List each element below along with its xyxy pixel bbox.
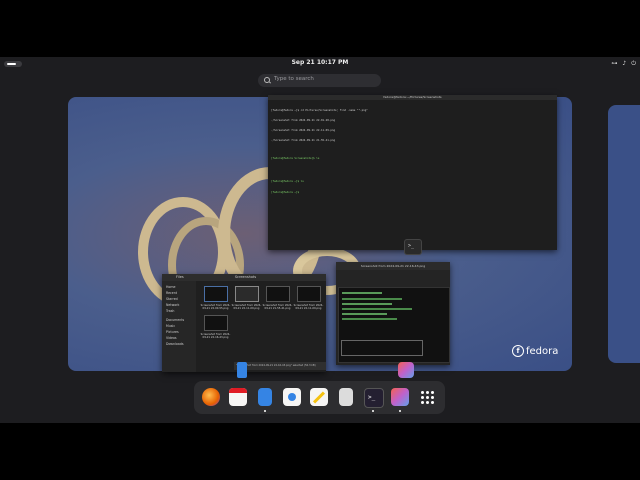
system-tray[interactable]: ⊶ ♪ ⏻ [611,60,636,68]
file-thumbnail [203,315,228,331]
files-icon[interactable] [258,388,272,406]
firefox-icon[interactable] [202,388,220,406]
terminal-output: [fedora@fedora ~]$ cd Pictures/Screensho… [268,100,557,203]
file-grid: Screenshot from 2024-09-21 22-00-55.png … [200,286,324,339]
terminal-window[interactable]: fedora@fedora:~/Pictures/Screenshots [fe… [268,95,557,250]
show-apps-icon[interactable] [421,391,434,404]
calendar-icon[interactable] [229,388,247,406]
image-viewer-window[interactable]: Screenshot from 2024-09-21 22-16-43.png [336,262,450,365]
grid-dot [421,391,424,394]
pencil [312,391,326,404]
files-window[interactable]: Files Screenshots Home Recent Starred Ne… [162,274,326,372]
next-workspace-thumbnail[interactable] [608,105,640,363]
terminal-line: [fedora@fedora Screenshots]$ ls [271,156,320,160]
software-icon[interactable] [283,388,301,406]
fedora-wordmark: fedora [526,345,559,357]
top-bar: Sep 21 10:17 PM ⊶ ♪ ⏻ [0,57,640,71]
fedora-logo: f fedora [512,345,558,357]
running-indicator [372,410,374,412]
terminal-icon[interactable]: >_ [364,388,384,408]
file-name: Screenshot from 2024-09-21 22-11-09.png [231,304,262,310]
terminal-glyph: >_ [368,394,376,401]
desktop: Sep 21 10:17 PM ⊶ ♪ ⏻ Type to search f f… [0,57,640,423]
file-thumbnail [265,286,290,302]
files-title: Files [176,275,184,279]
grid-dot [421,401,424,404]
file-name: Screenshot from 2024-09-21 21-55-41.png [262,304,293,310]
image-table [341,340,423,356]
image-line [342,308,412,310]
terminal-line: ./Screenshot from 2024-09-21 21-55-41.pn… [271,139,336,143]
grid-dot [431,396,434,399]
grid-dot [426,391,429,394]
search-icon [264,77,270,83]
file-name: Screenshot from 2024-09-21 22-11-09.png [293,304,324,310]
files-sidebar: Home Recent Starred Network Trash Docume… [162,281,196,372]
viewer-image [338,287,450,363]
file-name: Screenshot from 2024-09-21 22-00-55.png [200,304,231,310]
network-icon: ⊶ [611,60,618,67]
files-header: Files Screenshots [162,274,326,281]
terminal-line: ./Screenshot from 2024-09-21 22-11-09.pn… [271,129,336,133]
software-bag [288,393,296,401]
image-line [342,313,387,315]
terminal-line: [fedora@fedora ~]$ [271,190,301,194]
image-line [342,303,392,305]
terminal-line: ./Screenshot from 2024-09-21 22-01-28.pn… [271,119,336,123]
image-line [342,298,402,300]
file-item[interactable]: Screenshot from 2024-09-21 21-55-41.png [262,286,293,310]
file-item[interactable]: Screenshot from 2024-09-21 22-11-09.png [293,286,324,310]
file-item[interactable]: Screenshot from 2024-09-21 22-00-55.png [200,286,231,310]
search-input[interactable]: Type to search [258,74,381,87]
image-line [342,318,397,320]
image-line [342,292,382,294]
volume-icon: ♪ [622,60,627,67]
sidebar-item-trash[interactable]: Trash [162,308,196,314]
grid-dot [431,391,434,394]
grid-dot [431,401,434,404]
dash: >_ [194,381,445,414]
selection-status: "Screenshot from 2024-09-21 22-16-43.png… [234,362,326,370]
running-indicator [264,410,266,412]
search-placeholder: Type to search [274,76,314,82]
grid-dot [426,401,429,404]
image-viewer-icon[interactable] [391,388,409,406]
calendar-header [229,388,247,393]
breadcrumb[interactable]: Screenshots [235,275,256,279]
sidebar-item-downloads[interactable]: Downloads [162,341,196,347]
terminal-line: [fedora@fedora ~]$ ls [271,180,304,184]
grid-dot [426,396,429,399]
fedora-mark: f [512,345,524,357]
file-item[interactable]: Screenshot from 2024-09-21 22-16-43.png [200,315,231,339]
file-thumbnail [234,286,259,302]
calculator-icon[interactable] [339,388,353,406]
running-indicator [399,410,401,412]
clock[interactable]: Sep 21 10:17 PM [0,59,640,66]
file-thumbnail [203,286,228,302]
grid-dot [421,396,424,399]
file-name: Screenshot from 2024-09-21 22-16-43.png [200,333,231,339]
terminal-line: [fedora@fedora ~]$ cd Pictures/Screensho… [271,108,368,112]
file-item[interactable]: Screenshot from 2024-09-21 22-11-09.png [231,286,262,310]
image-viewer-app-icon [398,362,414,378]
viewer-title: Screenshot from 2024-09-21 22-16-43.png [336,262,450,270]
file-thumbnail [296,286,321,302]
power-icon: ⏻ [631,60,636,67]
text-editor-icon[interactable] [310,388,328,406]
files-app-icon [237,362,247,378]
terminal-app-icon [404,239,422,255]
